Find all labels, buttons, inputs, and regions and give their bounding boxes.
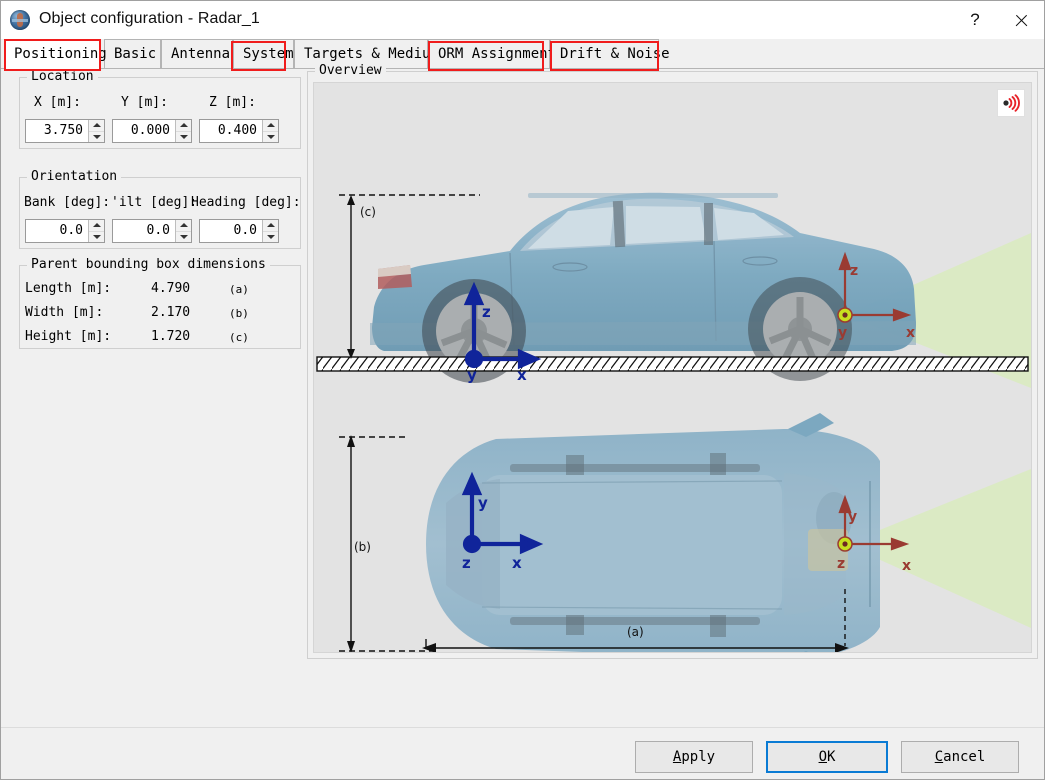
bbox-width-ref: (b) [229, 307, 249, 320]
tab-bar: Positioning Basic Antenna System Targets… [1, 39, 1044, 69]
vehicle-diagram: (c) z y x z y x (b) y z x y z x (a) [316, 192, 1031, 652]
top-vehicle-axis-z: z [462, 554, 471, 572]
spinner-up-icon[interactable] [176, 120, 191, 132]
location-z-input[interactable]: 0.400 [199, 119, 279, 143]
side-vehicle-axis-z: z [482, 303, 491, 321]
tab-antenna[interactable]: Antenna [161, 39, 233, 68]
side-vehicle-axis-x: x [517, 366, 527, 384]
orientation-bank-stepper[interactable] [88, 220, 104, 242]
side-vehicle-axis-y: y [467, 366, 477, 384]
spinner-down-icon[interactable] [176, 132, 191, 143]
tab-drift-noise[interactable]: Drift & Noise [550, 39, 670, 68]
bounding-box-legend: Parent bounding box dimensions [27, 257, 270, 272]
orientation-legend: Orientation [27, 169, 122, 184]
bbox-height-value: 1.720 [151, 329, 191, 344]
tab-system[interactable]: System [233, 39, 294, 68]
side-sensor-axis-z: z [850, 263, 858, 279]
bbox-length-ref: (a) [229, 283, 249, 296]
side-sensor-axis-y: y [838, 325, 847, 341]
orientation-bank-label: Bank [deg]: [24, 195, 111, 210]
location-z-label: Z [m]: [209, 95, 256, 110]
window-title: Object configuration - Radar_1 [39, 10, 260, 27]
cancel-button[interactable]: Cancel [901, 741, 1019, 773]
tab-orm-assignment[interactable]: ORM Assignment [428, 39, 556, 68]
cancel-mnemonic: C [934, 749, 944, 765]
spinner-up-icon[interactable] [89, 220, 104, 232]
bbox-width-label: Width [m]: [25, 305, 104, 320]
location-y-value: 0.000 [130, 123, 170, 138]
bbox-length-value: 4.790 [151, 281, 191, 296]
bbox-height-label: Height [m]: [25, 329, 112, 344]
top-sensor-axis-x: x [902, 558, 911, 574]
overview-group: Overview (c) z y x z y x (b) y z x y z x… [307, 63, 1038, 659]
spinner-down-icon[interactable] [176, 232, 191, 243]
orientation-tilt-stepper[interactable] [175, 220, 191, 242]
top-sensor-axis-z: z [837, 556, 845, 572]
apply-label: pply [681, 749, 716, 765]
orientation-heading-label: Heading [deg]: [191, 195, 301, 210]
cancel-label: ancel [943, 749, 986, 765]
orientation-bank-input[interactable]: 0.0 [25, 219, 105, 243]
side-sensor-axis-x: x [906, 325, 915, 341]
spinner-up-icon[interactable] [263, 120, 278, 132]
orientation-heading-input[interactable]: 0.0 [199, 219, 279, 243]
spinner-down-icon[interactable] [263, 132, 278, 143]
overview-legend: Overview [315, 63, 386, 78]
overview-canvas: (c) z y x z y x (b) y z x y z x (a) [313, 82, 1032, 653]
tab-positioning[interactable]: Positioning [4, 39, 107, 69]
location-z-stepper[interactable] [262, 120, 278, 142]
spinner-down-icon[interactable] [89, 232, 104, 243]
top-vehicle-axis-y: y [478, 494, 488, 512]
orientation-heading-stepper[interactable] [262, 220, 278, 242]
top-view-length-ref: (a) [627, 625, 644, 639]
object-configuration-dialog: Object configuration - Radar_1 ? Positio… [0, 0, 1045, 780]
bbox-height-ref: (c) [229, 331, 249, 344]
orientation-tilt-input[interactable]: 0.0 [112, 219, 192, 243]
orientation-tilt-label: 'ilt [deg]: [111, 195, 198, 210]
close-icon [1014, 13, 1029, 28]
orientation-tilt-value: 0.0 [146, 223, 170, 238]
help-button[interactable]: ? [952, 1, 998, 39]
title-bar: Object configuration - Radar_1 ? [1, 1, 1044, 39]
location-y-label: Y [m]: [121, 95, 168, 110]
ok-label: K [827, 749, 836, 765]
radar-waves-icon [1003, 94, 1020, 112]
tab-basic[interactable]: Basic [104, 39, 161, 68]
location-z-value: 0.400 [217, 123, 257, 138]
globe-icon [10, 10, 30, 30]
location-x-value: 3.750 [43, 123, 83, 138]
footer-separator [1, 727, 1044, 728]
ok-mnemonic: O [818, 749, 827, 765]
location-x-stepper[interactable] [88, 120, 104, 142]
spinner-down-icon[interactable] [263, 232, 278, 243]
close-button[interactable] [998, 1, 1044, 39]
top-vehicle-axis-x: x [512, 554, 522, 572]
orientation-bank-value: 0.0 [59, 223, 83, 238]
apply-button[interactable]: Apply [635, 741, 753, 773]
spinner-up-icon[interactable] [89, 120, 104, 132]
bbox-width-value: 2.170 [151, 305, 191, 320]
side-view-height-ref: (c) [360, 205, 376, 219]
location-y-input[interactable]: 0.000 [112, 119, 192, 143]
ok-button[interactable]: OK [766, 741, 888, 773]
spinner-down-icon[interactable] [89, 132, 104, 143]
location-y-stepper[interactable] [175, 120, 191, 142]
orientation-heading-value: 0.0 [233, 223, 257, 238]
bbox-length-label: Length [m]: [25, 281, 112, 296]
location-legend: Location [27, 69, 98, 84]
radar-waves-button[interactable] [997, 89, 1025, 117]
location-x-input[interactable]: 3.750 [25, 119, 105, 143]
location-x-label: X [m]: [34, 95, 81, 110]
top-sensor-axis-y: y [848, 509, 857, 525]
spinner-up-icon[interactable] [176, 220, 191, 232]
top-view-width-ref: (b) [354, 540, 371, 554]
spinner-up-icon[interactable] [263, 220, 278, 232]
